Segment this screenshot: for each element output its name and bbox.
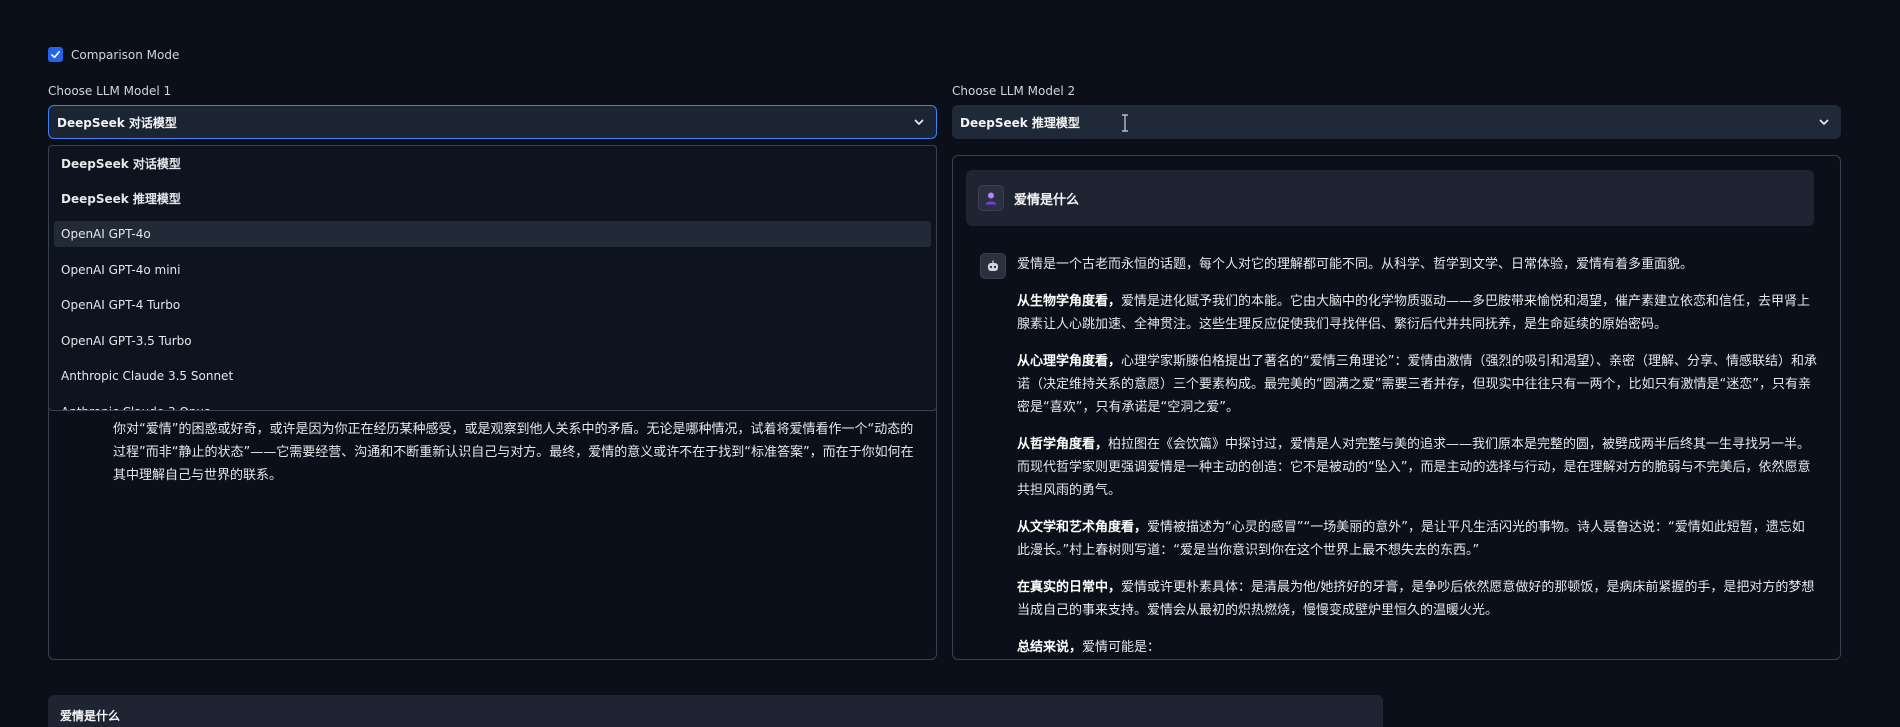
dropdown-option[interactable]: OpenAI GPT-4o — [54, 221, 931, 247]
user-avatar — [978, 185, 1004, 211]
model1-selected-value: DeepSeek 对话模型 — [57, 115, 177, 130]
model2-chat-panel: 爱情是什么 爱情是一个古老而永恒的话题，每个人对它的理解都可能不同。从科学、哲学… — [952, 155, 1841, 660]
answer-intro: 爱情是一个古老而永恒的话题，每个人对它的理解都可能不同。从科学、哲学到文学、日常… — [1017, 257, 1694, 272]
model2-label: Choose LLM Model 2 — [952, 84, 1076, 98]
model2-select[interactable]: DeepSeek 推理模型 — [952, 105, 1841, 139]
dropdown-option[interactable]: OpenAI GPT-4 Turbo — [54, 292, 931, 318]
answer-paragraph: 从心理学角度看，心理学家斯滕伯格提出了著名的“爱情三角理论”：爱情由激情（强烈的… — [1017, 354, 1817, 415]
user-message-text: 爱情是什么 — [1014, 192, 1080, 208]
dropdown-option[interactable]: Anthropic Claude 3 Opus — [54, 399, 931, 411]
robot-icon — [988, 260, 998, 271]
model1-label: Choose LLM Model 1 — [48, 84, 172, 98]
dropdown-option[interactable]: OpenAI GPT-3.5 Turbo — [54, 328, 931, 354]
dropdown-option[interactable]: OpenAI GPT-4o mini — [54, 257, 931, 283]
comparison-mode-checkbox[interactable] — [48, 47, 63, 62]
comparison-mode-label: Comparison Mode — [71, 47, 180, 62]
dropdown-option[interactable]: DeepSeek 推理模型 — [54, 186, 931, 212]
answer-paragraph: 总结来说，爱情可能是： — [1017, 640, 1161, 655]
model1-select[interactable]: DeepSeek 对话模型 — [48, 105, 937, 139]
model1-dropdown-list[interactable]: DeepSeek 对话模型 DeepSeek 推理模型 OpenAI GPT-4… — [48, 145, 937, 411]
comparison-mode-toggle[interactable]: Comparison Mode — [48, 47, 179, 62]
answer-paragraph: 从文学和艺术角度看，爱情被描述为“心灵的感冒”“一场美丽的意外”，是让平凡生活闪… — [1017, 520, 1805, 558]
answer-paragraph: 在真实的日常中，爱情或许更朴素具体：是清晨为他/她挤好的牙膏，是争吵后依然愿意做… — [1017, 580, 1815, 618]
chevron-down-icon — [1819, 119, 1829, 125]
model2-selected-value: DeepSeek 推理模型 — [960, 115, 1080, 130]
message-input[interactable]: 爱情是什么 — [48, 695, 1383, 727]
model1-response-text: 你对“爱情”的困惑或好奇，或许是因为你正在经历某种感受，或是观察到他人关系中的矛… — [113, 422, 914, 483]
chevron-down-icon — [914, 119, 924, 125]
answer-paragraph: 从哲学角度看，柏拉图在《会饮篇》中探讨过，爱情是人对完整与美的追求——我们原本是… — [1017, 437, 1811, 498]
bot-avatar — [980, 253, 1006, 279]
checkmark-icon — [51, 50, 60, 59]
message-input-value: 爱情是什么 — [60, 709, 121, 723]
model2-response: 爱情是一个古老而永恒的话题，每个人对它的理解都可能不同。从科学、哲学到文学、日常… — [1017, 253, 1817, 659]
answer-paragraph: 从生物学角度看，爱情是进化赋予我们的本能。它由大脑中的化学物质驱动——多巴胺带来… — [1017, 294, 1811, 332]
dropdown-option[interactable]: Anthropic Claude 3.5 Sonnet — [54, 363, 931, 389]
user-icon — [985, 192, 997, 205]
dropdown-option[interactable]: DeepSeek 对话模型 — [54, 150, 931, 176]
text-cursor-icon — [1122, 114, 1128, 132]
user-message: 爱情是什么 — [966, 170, 1814, 226]
